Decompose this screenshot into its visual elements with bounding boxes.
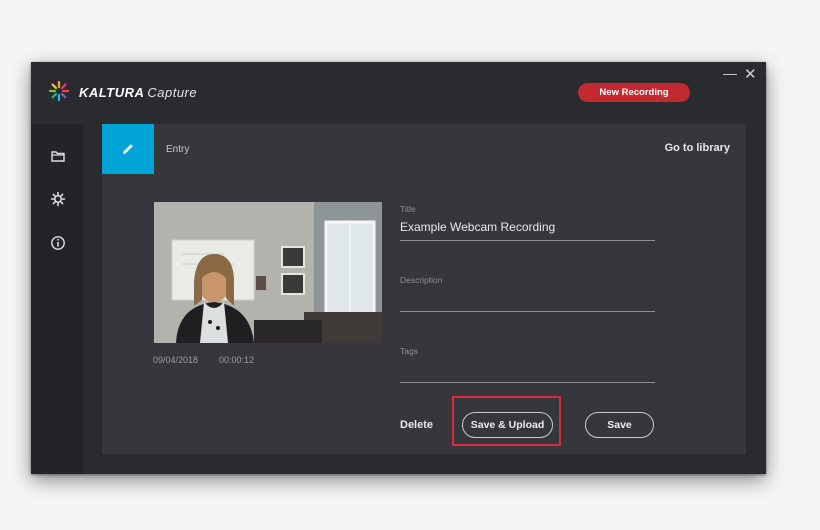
save-button[interactable]: Save	[585, 412, 654, 438]
gear-icon[interactable]	[50, 191, 66, 207]
brand-product: Capture	[147, 85, 198, 100]
folder-icon[interactable]	[50, 148, 66, 164]
tags-underline	[400, 382, 655, 383]
title-bar: KALTURA Capture New Recording — ✕	[31, 62, 766, 124]
description-field[interactable]	[400, 291, 655, 309]
delete-button[interactable]: Delete	[400, 419, 433, 431]
description-underline	[400, 311, 655, 312]
sidebar	[31, 124, 83, 474]
close-icon[interactable]: ✕	[744, 65, 757, 83]
description-label: Description	[400, 275, 443, 285]
edit-entry-tile[interactable]	[102, 124, 154, 174]
info-icon[interactable]	[50, 235, 66, 251]
tags-field[interactable]	[400, 362, 655, 380]
title-field[interactable]: Example Webcam Recording	[400, 220, 655, 234]
title-label: Title	[400, 204, 416, 214]
pencil-icon	[123, 144, 133, 154]
new-recording-button[interactable]: New Recording	[578, 83, 690, 102]
brand-name: KALTURA	[79, 85, 145, 100]
minimize-icon[interactable]: —	[723, 65, 737, 81]
entry-header-label: Entry	[166, 144, 190, 155]
tags-label: Tags	[400, 346, 418, 356]
recording-thumbnail[interactable]	[154, 202, 382, 343]
app-window: KALTURA Capture New Recording — ✕ Entry …	[31, 62, 766, 474]
recording-date: 09/04/2018	[153, 355, 199, 365]
recording-duration: 00:00:12	[219, 355, 255, 365]
kaltura-logo-icon	[48, 80, 70, 102]
go-to-library-link[interactable]: Go to library	[665, 142, 730, 154]
entry-panel: Entry Go to library 09/04/2018 00:00:12	[102, 124, 746, 454]
title-underline	[400, 240, 655, 241]
save-upload-highlight-box	[452, 396, 561, 446]
app-brand: KALTURA Capture	[79, 85, 197, 100]
